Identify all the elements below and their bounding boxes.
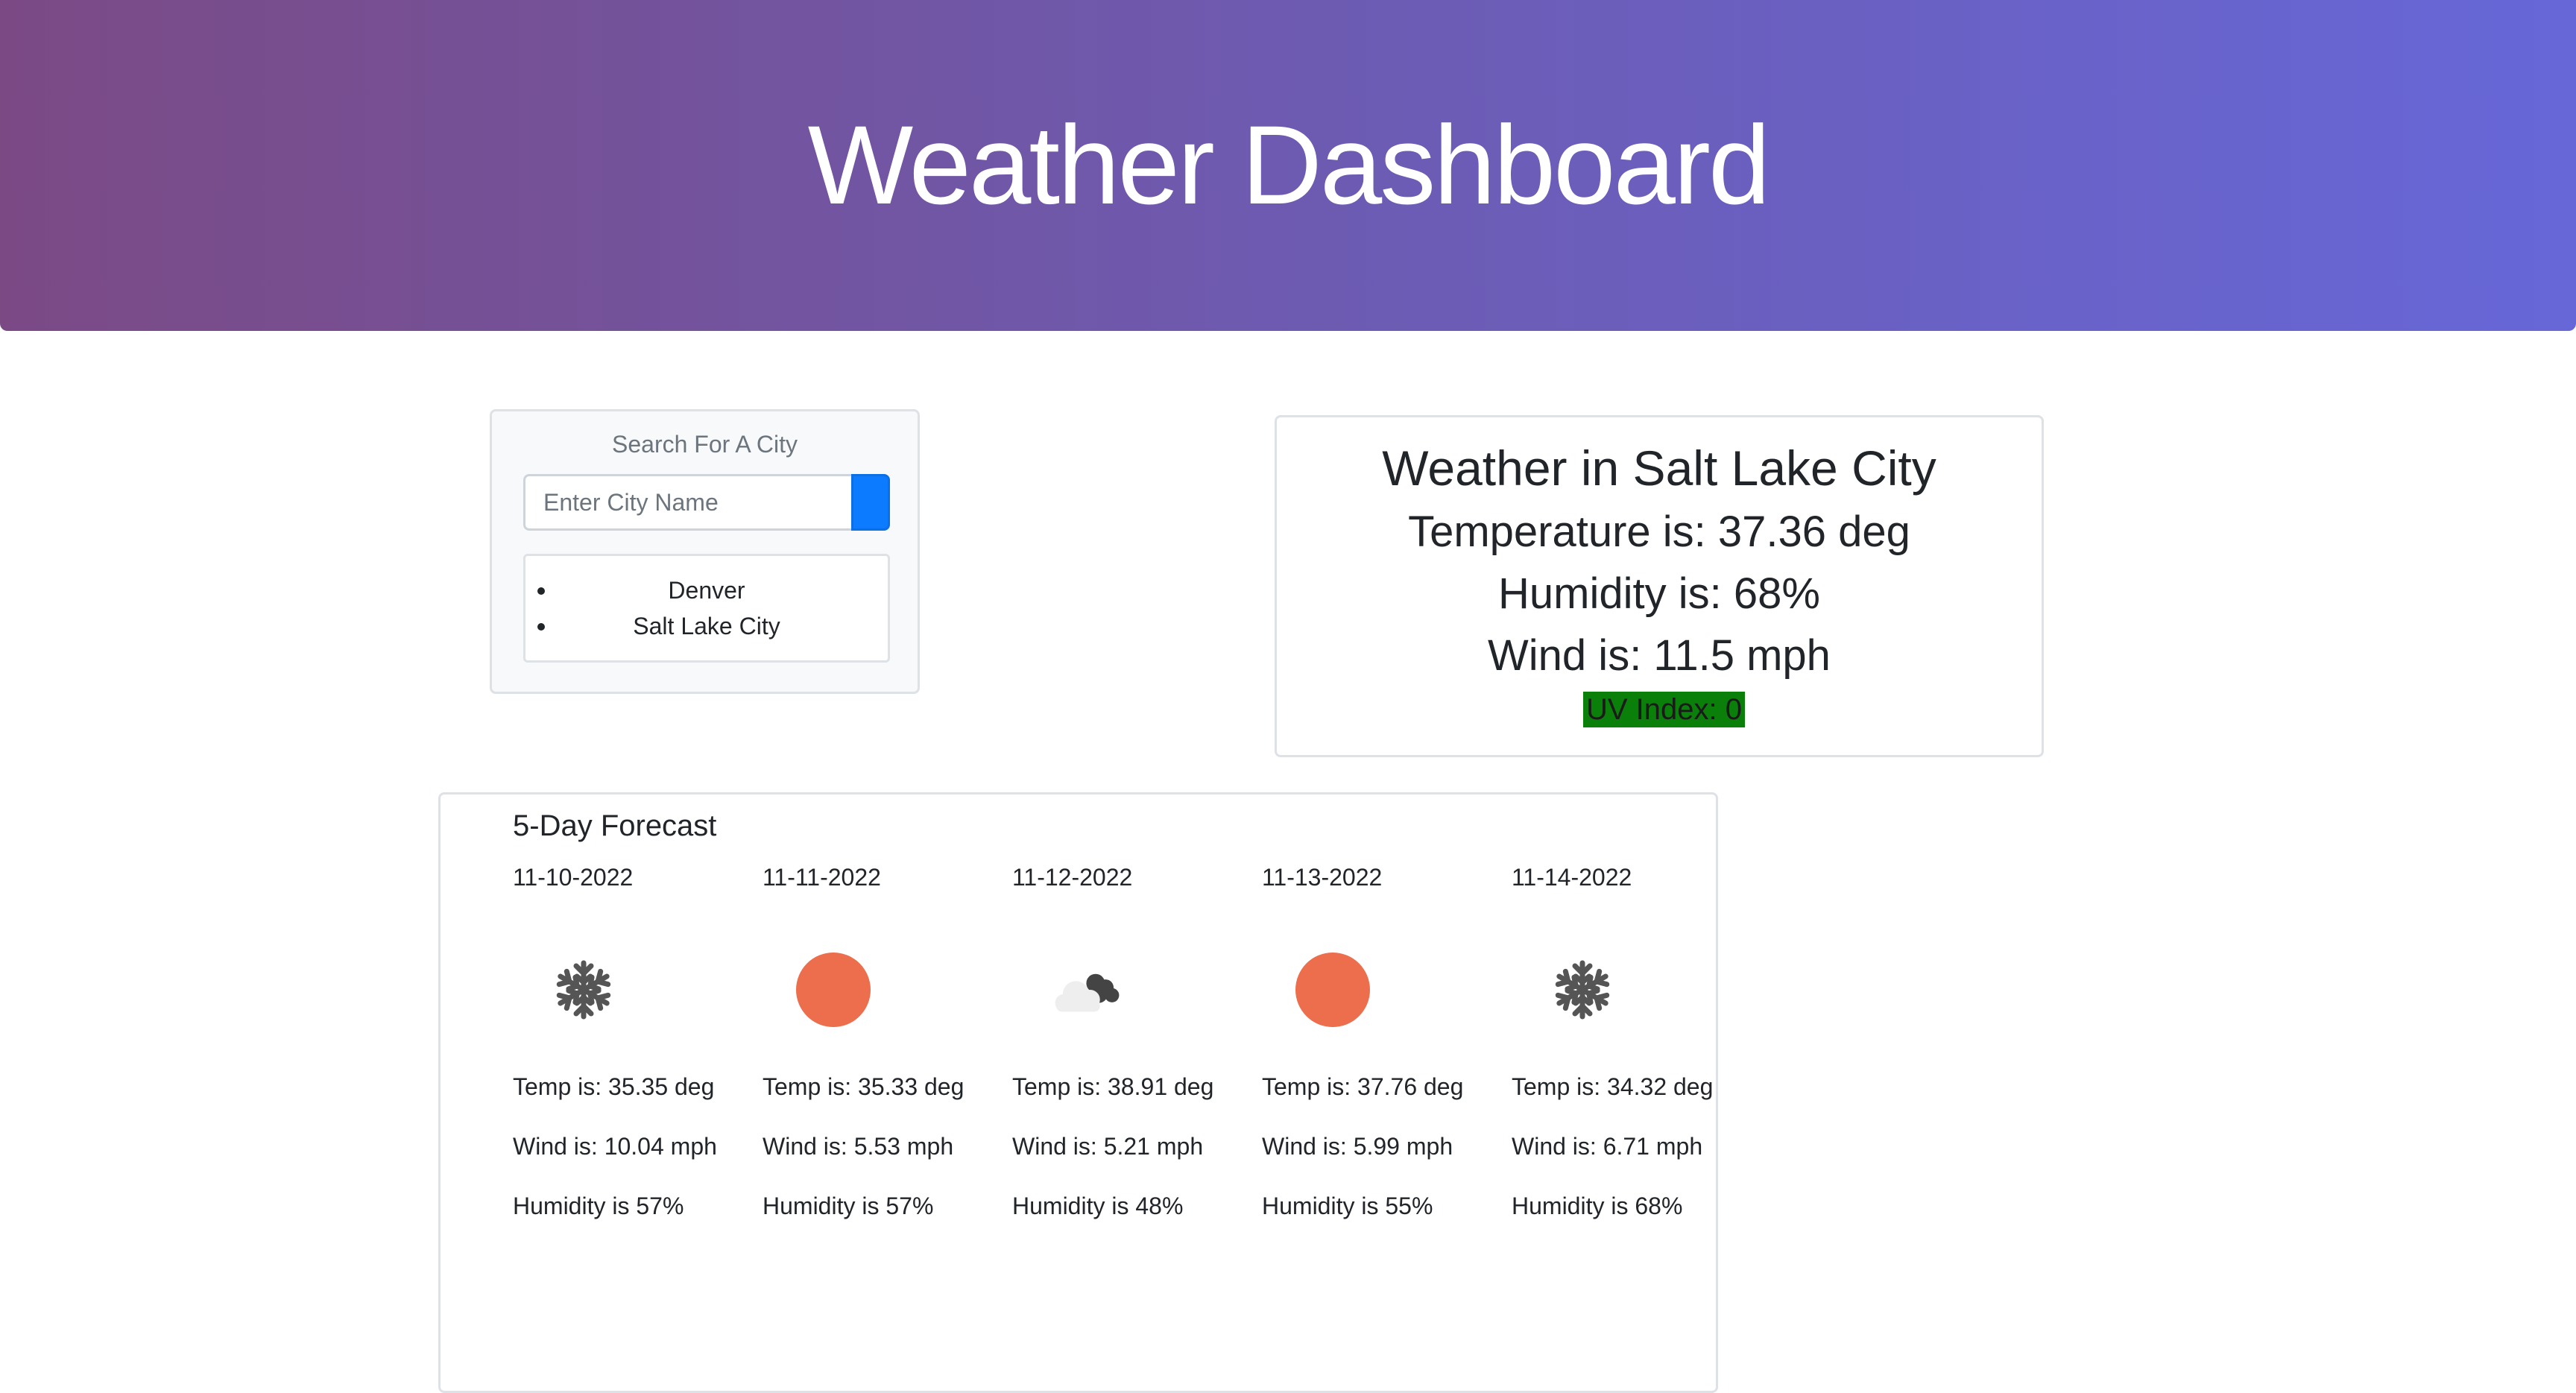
forecast-details: Temp is: 37.76 deg Wind is: 5.99 mph Hum… [1262, 1069, 1478, 1248]
page-title: Weather Dashboard [807, 101, 1771, 227]
forecast-temp: Temp is: 35.33 deg [763, 1073, 965, 1100]
history-item-salt-lake-city[interactable]: Salt Lake City [525, 608, 888, 644]
snowflake-icon [543, 949, 625, 1031]
sun-icon [792, 949, 874, 1031]
forecast-details: Temp is: 34.32 deg Wind is: 6.71 mph Hum… [1512, 1069, 1728, 1248]
sun-icon [1292, 949, 1374, 1031]
forecast-details: Temp is: 35.33 deg Wind is: 5.53 mph Hum… [763, 1069, 979, 1248]
forecast-date: 11-11-2022 [763, 864, 881, 891]
forecast-temp: Temp is: 37.76 deg [1262, 1073, 1464, 1100]
forecast-details: Temp is: 38.91 deg Wind is: 5.21 mph Hum… [1012, 1069, 1228, 1248]
page-header: Weather Dashboard [0, 0, 2576, 331]
forecast-humidity: Humidity is 57% [763, 1193, 934, 1219]
forecast-panel: 5-Day Forecast 11-10-2022 Temp is: 35.35… [438, 792, 1718, 1393]
forecast-day: 11-14-2022 Temp is: 34.32 deg Wind is: 6… [1512, 795, 1750, 1391]
forecast-day: 11-11-2022 Temp is: 35.33 deg Wind is: 5… [763, 795, 1001, 1391]
forecast-wind: Wind is: 6.71 mph [1512, 1133, 1703, 1160]
forecast-temp: Temp is: 35.35 deg [513, 1073, 715, 1100]
current-wind: Wind is: 11.5 mph [1488, 631, 1831, 680]
forecast-humidity: Humidity is 55% [1262, 1193, 1433, 1219]
forecast-date: 11-10-2022 [513, 864, 634, 891]
history-item-denver[interactable]: Denver [525, 572, 888, 608]
search-history-list: Denver Salt Lake City [523, 554, 890, 663]
forecast-day: 11-12-2022 Temp is: 38.91 deg Wind is: 5… [1012, 795, 1251, 1391]
forecast-humidity: Humidity is 57% [513, 1193, 684, 1219]
forecast-wind: Wind is: 10.04 mph [513, 1133, 717, 1160]
forecast-date: 11-14-2022 [1512, 864, 1632, 891]
search-button[interactable] [851, 474, 890, 531]
search-panel: Search For A City Denver Salt Lake City [490, 409, 920, 694]
forecast-humidity: Humidity is 68% [1512, 1193, 1683, 1219]
forecast-wind: Wind is: 5.21 mph [1012, 1133, 1204, 1160]
current-weather-title: Weather in Salt Lake City [1382, 440, 1936, 496]
forecast-temp: Temp is: 38.91 deg [1012, 1073, 1214, 1100]
clouds-icon [1042, 949, 1124, 1031]
forecast-day: 11-10-2022 Temp is: 35.35 deg Wind is: 1… [513, 795, 751, 1391]
forecast-humidity: Humidity is 48% [1012, 1193, 1184, 1219]
uv-index-badge: UV Index: 0 [1583, 692, 1746, 727]
city-search-input[interactable] [523, 474, 853, 531]
forecast-details: Temp is: 35.35 deg Wind is: 10.04 mph Hu… [513, 1069, 729, 1248]
forecast-temp: Temp is: 34.32 deg [1512, 1073, 1714, 1100]
search-title: Search For A City [612, 431, 798, 458]
current-temperature: Temperature is: 37.36 deg [1408, 508, 1910, 556]
snowflake-icon [1541, 949, 1623, 1031]
forecast-wind: Wind is: 5.99 mph [1262, 1133, 1453, 1160]
current-weather-panel: Weather in Salt Lake City Temperature is… [1275, 415, 2044, 757]
forecast-date: 11-12-2022 [1012, 864, 1133, 891]
current-humidity: Humidity is: 68% [1498, 569, 1820, 618]
forecast-date: 11-13-2022 [1262, 864, 1383, 891]
forecast-day: 11-13-2022 Temp is: 37.76 deg Wind is: 5… [1262, 795, 1500, 1391]
forecast-wind: Wind is: 5.53 mph [763, 1133, 954, 1160]
